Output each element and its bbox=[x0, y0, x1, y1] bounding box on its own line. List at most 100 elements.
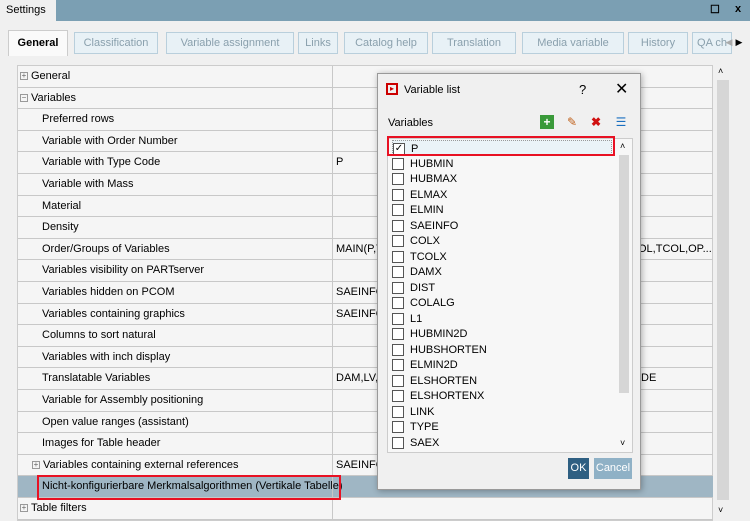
list-item[interactable]: ELMIN bbox=[392, 202, 592, 217]
item-label: DAMX bbox=[410, 266, 442, 278]
row-label-cell: + Variables containing external reference… bbox=[18, 455, 331, 476]
checkbox[interactable] bbox=[392, 250, 404, 263]
grid-scrollbar[interactable]: ˄ ˅ bbox=[716, 65, 730, 521]
item-label: ELMIN2D bbox=[410, 359, 458, 371]
expand-icon[interactable]: + bbox=[32, 460, 40, 469]
checkbox[interactable] bbox=[392, 281, 404, 294]
list-item[interactable]: HUBSHORTEN bbox=[392, 342, 592, 357]
tab-scroll-right-icon[interactable]: ▶ bbox=[734, 32, 744, 52]
checkbox[interactable] bbox=[392, 390, 404, 402]
checkbox[interactable] bbox=[392, 297, 404, 309]
close-icon[interactable]: x bbox=[735, 3, 741, 15]
item-label: ELSHORTEN bbox=[410, 374, 478, 387]
row-label-cell: + General bbox=[18, 66, 331, 87]
scroll-up-icon[interactable]: ˄ bbox=[620, 141, 625, 151]
checkbox[interactable] bbox=[392, 343, 404, 356]
list-item[interactable]: HUBMIN2D bbox=[392, 326, 592, 341]
list-item[interactable]: COLALG bbox=[392, 295, 592, 310]
item-label: SAEINFO bbox=[410, 219, 459, 232]
add-variable-icon[interactable]: + bbox=[540, 115, 554, 129]
checkbox[interactable] bbox=[392, 374, 404, 387]
ok-button[interactable]: OK bbox=[568, 458, 589, 479]
list-item[interactable]: HUBMAX bbox=[392, 171, 592, 186]
row-label-cell: Variable for Assembly positioning bbox=[18, 390, 331, 411]
list-item[interactable]: DIST bbox=[392, 280, 592, 295]
checkbox[interactable] bbox=[392, 312, 404, 325]
expand-icon[interactable]: + bbox=[20, 504, 28, 513]
list-item[interactable]: COLX bbox=[392, 233, 592, 248]
tab-general[interactable]: General bbox=[8, 30, 68, 56]
checkbox[interactable] bbox=[392, 188, 404, 201]
row-label-cell: Variables with inch display bbox=[18, 347, 331, 368]
checkbox[interactable] bbox=[392, 359, 404, 371]
scroll-down-icon[interactable]: ˅ bbox=[718, 505, 723, 515]
checkbox[interactable] bbox=[392, 328, 404, 340]
row-label-cell: Material bbox=[18, 196, 331, 217]
checkbox[interactable] bbox=[392, 405, 404, 418]
list-item[interactable]: ELSHORTEN bbox=[392, 373, 592, 388]
checkbox[interactable] bbox=[392, 157, 404, 170]
tree-row[interactable]: + Table filters bbox=[18, 498, 713, 520]
variables-list[interactable]: ˄ ˅ ✓ P HUBMIN HUBMAX ELMAX ELMIN SAEINFO COLX T… bbox=[387, 138, 633, 453]
list-item[interactable]: HUBMIN bbox=[392, 156, 592, 171]
list-item[interactable]: ELMAX bbox=[392, 187, 592, 202]
list-item[interactable]: ELSHORTENX bbox=[392, 388, 592, 403]
row-label-cell: − Variables bbox=[18, 88, 331, 109]
dialog-close-button[interactable]: ✕ bbox=[615, 79, 628, 99]
row-label: Variable with Mass bbox=[42, 178, 134, 190]
item-label: L1 bbox=[410, 312, 423, 325]
item-label: COLALG bbox=[410, 297, 455, 309]
tab-media-variable[interactable]: Media variable bbox=[522, 32, 624, 54]
list-item[interactable]: SAEINFO bbox=[392, 218, 592, 233]
row-label-cell: Variable with Order Number bbox=[18, 131, 331, 152]
row-label: Variables containing graphics bbox=[42, 307, 185, 320]
tab-translation[interactable]: Translation bbox=[432, 32, 516, 54]
list-item[interactable]: DAMX bbox=[392, 264, 592, 279]
list-scrollbar[interactable]: ˄ ˅ bbox=[617, 140, 632, 452]
row-value-cell[interactable] bbox=[332, 498, 712, 519]
row-value: P bbox=[336, 156, 344, 169]
expand-icon[interactable]: + bbox=[20, 72, 28, 81]
row-label-cell: Variables containing graphics bbox=[18, 304, 331, 325]
tab-catalog-help[interactable]: Catalog help bbox=[344, 32, 428, 54]
row-label: Variable with Type Code bbox=[42, 156, 161, 169]
scroll-down-icon[interactable]: ˅ bbox=[620, 438, 625, 448]
checkbox[interactable] bbox=[392, 204, 404, 216]
checkbox[interactable] bbox=[392, 436, 404, 449]
checkbox[interactable] bbox=[392, 219, 404, 232]
checkbox[interactable] bbox=[392, 266, 404, 278]
row-label: General bbox=[31, 70, 71, 82]
checkbox[interactable] bbox=[392, 421, 404, 433]
item-label: TYPE bbox=[410, 421, 439, 433]
tab-scroll-left-icon[interactable]: ◀ bbox=[724, 32, 734, 52]
tab-classification[interactable]: Classification bbox=[74, 32, 158, 54]
scroll-thumb[interactable] bbox=[717, 80, 729, 500]
row-label: Variables hidden on PCOM bbox=[42, 286, 175, 298]
row-label: Variables visibility on PARTserver bbox=[42, 264, 205, 277]
list-scroll-thumb[interactable] bbox=[619, 155, 629, 393]
tab-variable-assignment[interactable]: Variable assignment bbox=[166, 32, 294, 54]
list-item[interactable]: TYPE bbox=[392, 419, 592, 434]
tab-history[interactable]: History bbox=[628, 32, 688, 54]
list-item[interactable]: LINK bbox=[392, 404, 592, 419]
list-item[interactable]: SAEX bbox=[392, 435, 592, 450]
checkbox[interactable] bbox=[392, 173, 404, 185]
list-item[interactable]: TCOLX bbox=[392, 249, 592, 264]
collapse-icon[interactable]: − bbox=[20, 93, 28, 102]
maximize-icon[interactable]: ☐ bbox=[710, 3, 720, 16]
checkbox[interactable] bbox=[392, 235, 404, 247]
list-view-icon[interactable]: ☰ bbox=[614, 115, 628, 129]
item-label: ELSHORTENX bbox=[410, 390, 485, 402]
delete-variable-icon[interactable]: ✖ bbox=[589, 115, 603, 129]
item-label: ELMAX bbox=[410, 188, 448, 201]
edit-variable-icon[interactable]: ✎ bbox=[565, 115, 579, 129]
row-label: Columns to sort natural bbox=[42, 329, 156, 342]
list-item[interactable]: L1 bbox=[392, 311, 592, 326]
tab-links[interactable]: Links bbox=[298, 32, 338, 54]
row-label-cell: Density bbox=[18, 217, 331, 238]
cancel-button[interactable]: Cancel bbox=[594, 458, 632, 479]
item-label: HUBSHORTEN bbox=[410, 343, 487, 356]
scroll-up-icon[interactable]: ˄ bbox=[718, 66, 723, 76]
help-button[interactable]: ? bbox=[579, 82, 586, 97]
list-item[interactable]: ELMIN2D bbox=[392, 357, 592, 372]
